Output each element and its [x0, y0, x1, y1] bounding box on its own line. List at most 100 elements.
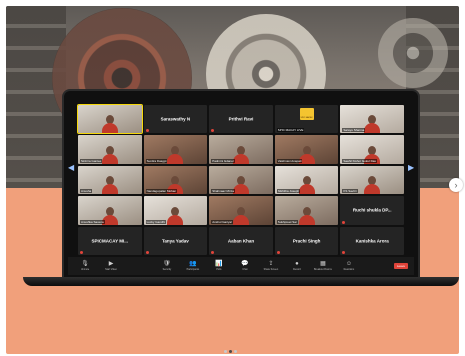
participant-video-feed [298, 176, 315, 195]
participant-tile-video[interactable]: Sarayu Sharma [340, 105, 404, 134]
participant-tile-name-only[interactable]: SPICMACAY MI... [78, 226, 142, 255]
next-page-icon[interactable]: ▶ [408, 163, 414, 173]
toolbar-label: Record [293, 268, 301, 271]
carousel-dot[interactable] [234, 350, 237, 353]
participant-name: Aaban Khan [227, 238, 255, 244]
carousel-next-button[interactable]: › [449, 178, 463, 192]
participant-name: Anshul Gariyal [211, 219, 233, 224]
participant-tile-name-only[interactable]: Prachi Singh [274, 226, 339, 255]
participant-video-feed [232, 145, 249, 164]
participant-tile-video[interactable]: Sukhpreet Sai [274, 196, 339, 225]
participant-tile-name-only[interactable]: Prithvi Ravi [209, 105, 273, 134]
prev-page-icon[interactable]: ◀ [68, 163, 74, 173]
participant-video-feed [167, 145, 184, 164]
participant-tile-name-only[interactable]: Kanishka Arora [340, 226, 404, 255]
record-icon: ● [295, 261, 299, 267]
participant-tile-video[interactable]: Lucky Gandhi [143, 196, 208, 225]
mic-button[interactable]: 🎙 Unmute [74, 261, 96, 271]
chat-icon: 💬 [241, 261, 249, 267]
participant-name: Saraswathy N [160, 116, 191, 122]
participant-name: Vaishnavi Anapati [276, 158, 303, 163]
participant-video-feed [167, 206, 184, 225]
participant-name: Sukhpreet Sai [276, 219, 298, 224]
participant-video-feed [298, 206, 315, 225]
polls-button[interactable]: 📊 Polls [208, 261, 230, 271]
participant-tile-name-only[interactable]: Tanya Yadav [143, 226, 208, 255]
leave-meeting-button[interactable]: Leave [393, 263, 408, 269]
participant-video-feed [364, 176, 381, 195]
participant-name: Nikhitha Joseph [276, 189, 301, 194]
toolbar-label: Start Video [105, 268, 117, 271]
laptop-screen: Saraswathy N Prithvi Ravi SPIC MACAY SPIC M… [62, 89, 420, 279]
participant-name: Anushka Saxena [80, 219, 105, 224]
security-icon: 🛡 [163, 261, 171, 267]
meeting-toolbar: 🎙 Unmute ▶ Start Video 🛡 Security 👥 Participant… [68, 257, 414, 275]
mic-muted-icon [342, 220, 346, 224]
video-button[interactable]: ▶ Start Video [100, 261, 122, 271]
participant-tile-video[interactable]: Sinbrra Gantee [78, 135, 142, 164]
participant-tile-video[interactable]: Anshul Gariyal [209, 196, 273, 225]
participant-name: Prachi Singh [292, 238, 321, 244]
carousel-dot-active[interactable] [229, 350, 232, 353]
participant-tile-video[interactable]: KS Savitri [340, 165, 404, 195]
participant-name: Lucky Gandhi [145, 219, 166, 224]
mic-muted-icon [211, 250, 215, 254]
participants-icon: 👥 [189, 261, 197, 267]
carousel-dot[interactable] [224, 350, 227, 353]
participant-name: Nandagopalan Mohan [145, 189, 178, 194]
mic-icon: 🎙 [81, 261, 89, 267]
logo-text: SPIC MACAY [300, 117, 313, 119]
participant-name: KS Savitri [342, 189, 358, 194]
mic-muted-icon [211, 129, 215, 133]
participant-name: Shahnaaz Mirza [211, 189, 235, 194]
share-screen-button[interactable]: ⇪ Share Screen [260, 261, 282, 271]
participant-video-feed [364, 115, 381, 134]
toolbar-label: Polls [216, 268, 222, 271]
participant-tile-name-only[interactable]: Saraswathy N [143, 105, 208, 134]
participant-tile-video[interactable]: Saahil Kishor Gokul Das [340, 135, 404, 164]
chat-button[interactable]: 💬 Chat [234, 261, 256, 271]
participant-tile-video[interactable]: Sunitra Dasgpt [143, 135, 208, 164]
participant-tile-video[interactable]: Nandagopalan Mohan [143, 165, 208, 195]
participant-tile-video[interactable]: Shahnaaz Mirza [209, 165, 273, 195]
participant-tile-logo[interactable]: SPIC MACAY SPIC MACAY LIVE [274, 105, 339, 134]
participant-tile-video[interactable] [77, 103, 143, 135]
participant-tile-video[interactable]: Anushka Saxena [78, 196, 142, 225]
participant-name: Saahil Kishor Gokul Das [342, 158, 377, 163]
polls-icon: 📊 [215, 261, 223, 267]
participant-video-feed [101, 145, 118, 164]
breakout-button[interactable]: ▦ Breakout Rooms [312, 261, 334, 271]
participants-button[interactable]: 👥 Participants [182, 261, 204, 271]
mic-muted-icon [145, 250, 149, 254]
participant-name: Anusha [80, 189, 93, 194]
reactions-button[interactable]: ☺ Reactions [338, 261, 360, 271]
toolbar-label: Reactions [343, 268, 355, 271]
breakout-icon: ▦ [320, 261, 326, 267]
security-button[interactable]: 🛡 Security [156, 261, 178, 271]
mic-muted-icon [342, 250, 346, 254]
toolbar-label: Participants [186, 268, 200, 271]
spic-macay-logo: SPIC MACAY [299, 108, 314, 120]
participant-tile-video[interactable]: Anusha [78, 165, 142, 195]
participant-name: Sinbrra Gantee [80, 158, 103, 163]
reactions-icon: ☺ [345, 261, 352, 267]
participant-tile-video[interactable]: Nikhitha Joseph [274, 165, 339, 195]
film-reel-small [378, 18, 448, 88]
participant-tile-name-only[interactable]: Ruchi shukla DP... [340, 196, 404, 225]
participant-tile-name-only[interactable]: Aaban Khan [209, 226, 273, 255]
participant-name: Kanishka Arora [355, 238, 389, 244]
participant-tile-video[interactable]: Vaishnavi Anapati [274, 135, 339, 164]
participant-video-feed [232, 176, 249, 195]
carousel-dots [224, 350, 237, 353]
participant-tile-video[interactable]: Padmini Gdaner [209, 135, 273, 164]
video-meeting-window: Saraswathy N Prithvi Ravi SPIC MACAY SPIC M… [77, 103, 404, 255]
toolbar-label: Security [162, 268, 172, 271]
participant-video-feed [232, 206, 249, 225]
video-icon: ▶ [108, 261, 114, 267]
record-button[interactable]: ● Record [286, 261, 308, 271]
participant-grid: Saraswathy N Prithvi Ravi SPIC MACAY SPIC M… [77, 103, 404, 255]
participant-name: SPICMACAY MI... [91, 238, 129, 244]
laptop-base [23, 277, 459, 286]
participant-video-feed [101, 176, 118, 195]
participant-name: Sarayu Sharma [342, 128, 366, 133]
